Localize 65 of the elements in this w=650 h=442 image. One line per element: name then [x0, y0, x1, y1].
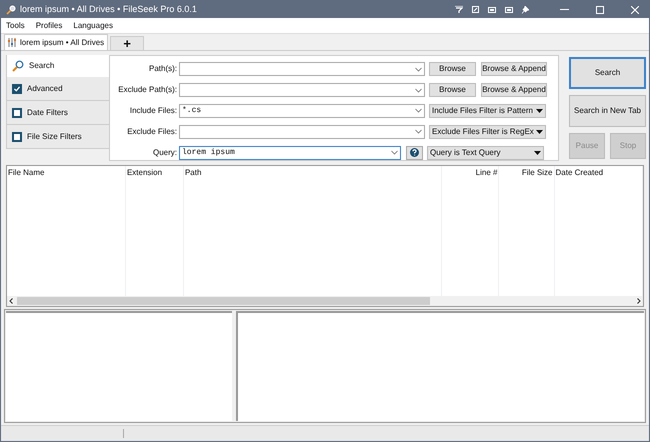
column-header[interactable]: File Size — [500, 167, 553, 179]
nav-item[interactable]: Date Filters — [6, 101, 109, 125]
pin-icon[interactable] — [522, 6, 529, 14]
close-icon[interactable] — [631, 6, 639, 14]
help-button[interactable] — [406, 146, 423, 160]
menu-item[interactable]: Languages — [73, 20, 113, 32]
mode-dropdown[interactable]: Query is Text Query — [427, 146, 544, 160]
sliders-icon — [8, 38, 16, 47]
check-icon — [14, 86, 20, 92]
checkbox[interactable] — [12, 84, 22, 94]
menu-item[interactable]: Tools — [6, 20, 25, 32]
column-header[interactable]: Line # — [443, 167, 498, 179]
maximize-icon[interactable] — [596, 6, 604, 14]
field-label: Exclude Files: — [126, 126, 177, 138]
chevron-down-icon — [415, 66, 422, 72]
nav-item[interactable]: Search — [6, 55, 109, 77]
column-header[interactable]: Path — [184, 167, 440, 179]
dropdown-arrow-icon — [536, 108, 543, 113]
window-icon[interactable] — [488, 6, 496, 12]
column-header[interactable]: Extension — [126, 167, 182, 179]
scrollbar-thumb[interactable] — [17, 297, 430, 305]
chevron-left-icon[interactable] — [9, 298, 13, 304]
action-button[interactable]: Search — [569, 57, 646, 89]
combo-field[interactable] — [179, 124, 425, 139]
action-button[interactable]: Search in New Tab — [569, 95, 646, 127]
new-tab-button[interactable]: + — [110, 36, 144, 50]
window-icon[interactable] — [505, 6, 513, 12]
nav-item[interactable]: Advanced — [6, 77, 109, 101]
combo-field[interactable]: *.cs — [179, 104, 425, 118]
export-icon[interactable] — [472, 6, 479, 13]
field-value: *.cs — [182, 104, 202, 117]
checkbox[interactable] — [12, 108, 22, 118]
menu-item[interactable]: Profiles — [36, 20, 62, 32]
browse-button[interactable]: Browse & Append — [481, 62, 547, 76]
dropdown-arrow-icon — [536, 130, 543, 134]
chevron-down-icon — [391, 150, 398, 156]
column-header[interactable]: Date Created — [556, 167, 641, 179]
combo-field[interactable]: lorem ipsum — [179, 146, 401, 160]
chevron-down-icon — [415, 88, 422, 93]
browse-button[interactable]: Browse — [429, 83, 476, 98]
filter-icon[interactable] — [455, 6, 463, 13]
window-title: lorem ipsum • All Drives • FileSeek Pro 6.0.1 — [20, 2, 197, 16]
browse-button[interactable]: Browse & Append — [481, 83, 547, 98]
mode-dropdown[interactable]: Include Files Filter is Pattern — [429, 104, 546, 118]
help-icon — [410, 148, 419, 158]
magnifier-icon — [6, 4, 16, 14]
dropdown-arrow-icon — [534, 150, 541, 155]
mode-dropdown[interactable]: Exclude Files Filter is RegEx — [429, 124, 546, 139]
tab[interactable]: lorem ipsum • All Drives — [4, 34, 108, 50]
field-label: Query: — [152, 146, 177, 159]
field-label: Path(s): — [148, 63, 177, 76]
horizontal-scrollbar[interactable] — [7, 296, 643, 306]
chevron-down-icon — [415, 108, 422, 114]
chevron-down-icon — [415, 129, 422, 134]
combo-field[interactable] — [179, 83, 425, 98]
field-label: Exclude Path(s): — [117, 84, 177, 96]
checkbox[interactable] — [12, 132, 22, 142]
column-header[interactable]: File Name — [8, 167, 124, 179]
chevron-right-icon[interactable] — [637, 298, 641, 304]
browse-button[interactable]: Browse — [429, 62, 476, 76]
nav-item[interactable]: File Size Filters — [6, 125, 109, 149]
combo-field[interactable] — [179, 62, 425, 76]
field-value: lorem ipsum — [182, 146, 235, 159]
search-icon — [12, 60, 24, 72]
field-label: Include Files: — [128, 104, 177, 117]
